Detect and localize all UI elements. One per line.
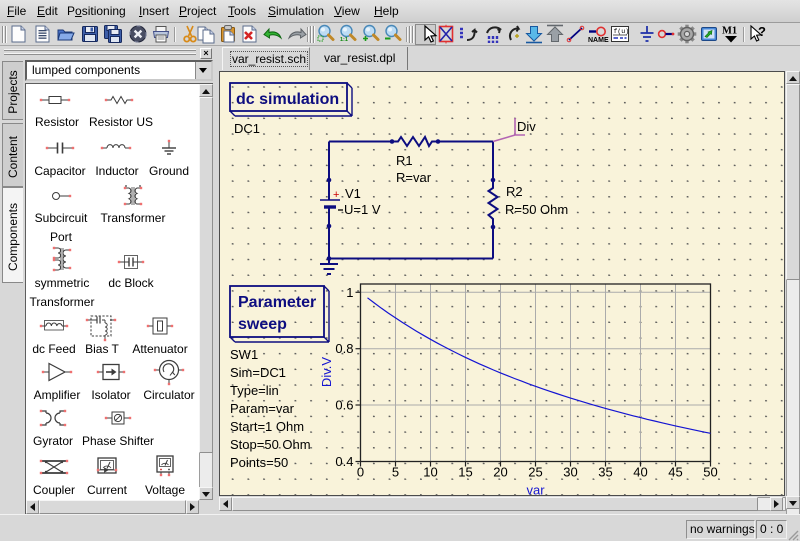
svg-text:R=50 Ohm: R=50 Ohm xyxy=(505,202,568,217)
svg-text:R=var: R=var xyxy=(396,170,432,185)
svg-text:Type=lin: Type=lin xyxy=(230,383,279,398)
svg-text:?: ? xyxy=(758,24,766,39)
svg-text:Attenuator: Attenuator xyxy=(132,342,187,356)
svg-text:V1: V1 xyxy=(345,186,361,201)
svg-text:10: 10 xyxy=(423,465,437,480)
svg-text:DC1: DC1 xyxy=(234,121,260,136)
svg-text:0.4: 0.4 xyxy=(335,454,353,469)
svg-text:Sim=DC1: Sim=DC1 xyxy=(230,365,286,380)
svg-text:Transformer: Transformer xyxy=(30,295,95,309)
svg-text:Port: Port xyxy=(50,230,73,244)
svg-text:Div: Div xyxy=(517,119,536,134)
svg-text:Subcircuit: Subcircuit xyxy=(35,211,88,225)
svg-text:R1: R1 xyxy=(396,153,413,168)
svg-text:var: var xyxy=(526,483,545,496)
svg-text:0: 0 xyxy=(357,465,364,480)
svg-text:SW1: SW1 xyxy=(230,347,258,362)
svg-text:sweep: sweep xyxy=(238,316,287,333)
svg-text:50: 50 xyxy=(703,465,717,480)
svg-text:Voltage: Voltage xyxy=(145,483,185,497)
svg-text:Ground: Ground xyxy=(149,164,189,178)
svg-text:35: 35 xyxy=(598,465,612,480)
svg-text:Gyrator: Gyrator xyxy=(33,434,73,448)
svg-text:5: 5 xyxy=(392,465,399,480)
svg-text:Param=var: Param=var xyxy=(230,401,295,416)
svg-text:45: 45 xyxy=(668,465,682,480)
svg-text:+: + xyxy=(333,189,339,201)
svg-text:Phase Shifter: Phase Shifter xyxy=(82,434,154,448)
svg-text:1: 1 xyxy=(346,285,353,300)
svg-text:40: 40 xyxy=(633,465,647,480)
svg-text:dc simulation: dc simulation xyxy=(236,91,339,108)
svg-text:Transformer: Transformer xyxy=(101,211,166,225)
svg-text:Resistor: Resistor xyxy=(35,115,79,129)
svg-text:NAME: NAME xyxy=(588,37,609,44)
svg-text:30: 30 xyxy=(563,465,577,480)
svg-text:1:1: 1:1 xyxy=(340,37,348,43)
svg-text:M1: M1 xyxy=(722,26,737,37)
svg-text:Points=50: Points=50 xyxy=(230,455,288,470)
svg-text:20: 20 xyxy=(493,465,507,480)
svg-text:Isolator: Isolator xyxy=(91,388,130,402)
svg-text:Circulator: Circulator xyxy=(143,388,194,402)
svg-text:f(u): f(u) xyxy=(614,28,630,35)
svg-text:Stop=50 Ohm: Stop=50 Ohm xyxy=(230,437,311,452)
svg-text:Resistor US: Resistor US xyxy=(89,115,153,129)
svg-text:dc Feed: dc Feed xyxy=(32,342,75,356)
svg-text:Parameter: Parameter xyxy=(238,294,316,311)
svg-text:25: 25 xyxy=(528,465,542,480)
svg-text:Current: Current xyxy=(87,483,128,497)
svg-text:15: 15 xyxy=(458,465,472,480)
svg-text:0.6: 0.6 xyxy=(335,398,353,413)
svg-text:U=1 V: U=1 V xyxy=(344,202,381,217)
svg-text:Amplifier: Amplifier xyxy=(34,388,81,402)
svg-text:0.8: 0.8 xyxy=(335,341,353,356)
svg-text:dc Block: dc Block xyxy=(108,276,154,290)
svg-text:Capacitor: Capacitor xyxy=(34,164,85,178)
svg-text:R2: R2 xyxy=(506,184,523,199)
svg-text:Div.V: Div.V xyxy=(319,357,334,387)
svg-text:Inductor: Inductor xyxy=(95,164,138,178)
svg-text:Start=1 Ohm: Start=1 Ohm xyxy=(230,419,304,434)
svg-text:Bias T: Bias T xyxy=(85,342,119,356)
svg-text:symmetric: symmetric xyxy=(35,276,90,290)
svg-text:Coupler: Coupler xyxy=(33,483,75,497)
